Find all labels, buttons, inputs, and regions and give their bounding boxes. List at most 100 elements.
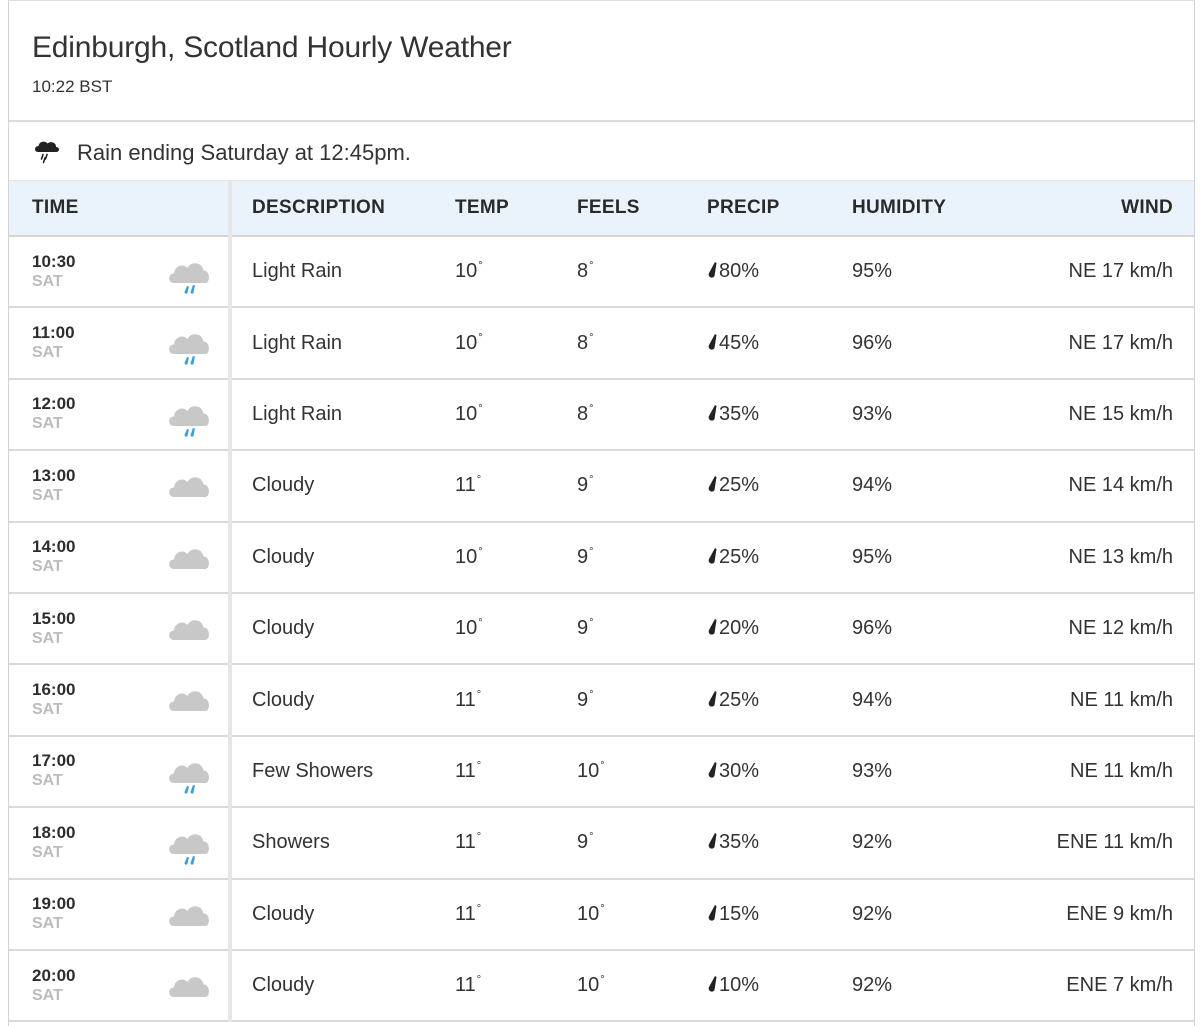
feels-cell: 8° (577, 236, 707, 309)
wind-cell: ENE 9 km/h (1012, 878, 1194, 951)
column-header-feels[interactable]: FEELS (577, 181, 707, 237)
feels-value: 10 (577, 974, 600, 997)
time-cell: 15:00 SAT (9, 592, 232, 666)
feels-value: 9 (577, 831, 589, 854)
description-cell: Showers (230, 807, 455, 880)
time-cell: 13:00 SAT (9, 450, 232, 523)
description-cell: Cloudy (230, 592, 455, 666)
temp-cell: 10° (455, 592, 577, 666)
description-cell: Light Rain (230, 307, 455, 380)
temp-cell: 11° (455, 878, 577, 951)
degree-symbol: ° (478, 545, 483, 558)
light-rain-icon (169, 834, 209, 865)
light-rain-icon (169, 405, 209, 437)
temp-cell: 11° (455, 735, 577, 809)
column-header-temp[interactable]: TEMP (455, 181, 577, 237)
degree-symbol: ° (600, 759, 605, 772)
humidity-cell: 95% (852, 236, 1012, 309)
temp-cell: 10° (455, 307, 577, 380)
feels-cell: 9° (577, 664, 707, 737)
degree-symbol: ° (589, 474, 594, 487)
degree-symbol: ° (600, 974, 605, 987)
precip-value: 25% (719, 474, 760, 497)
humidity-cell: 95% (852, 521, 1012, 594)
table-row[interactable]: 13:00 SAT Cloudy 11° 9° 25% 94% NE 14 km/h (9, 450, 1194, 523)
temp-value: 10 (455, 331, 478, 354)
table-row[interactable]: 18:00 SAT Showers 11° 9° 35% 92% ENE 11 km/h (9, 807, 1194, 880)
degree-symbol: ° (589, 688, 594, 701)
table-row[interactable]: 17:00 SAT Few Showers 11° 10° 30% 93% NE 11 km/… (9, 735, 1194, 809)
degree-symbol: ° (589, 331, 594, 344)
humidity-cell: 94% (852, 664, 1012, 737)
humidity-cell: 92% (852, 878, 1012, 951)
precip-value: 45% (719, 331, 760, 354)
hourly-weather-card: Edinburgh, Scotland Hourly Weather 10:22… (8, 0, 1195, 1026)
temp-value: 10 (455, 545, 478, 568)
table-row[interactable]: 12:00 SAT Light Rain 10° 8° 35% 93% NE 15 km/h (9, 378, 1194, 452)
degree-symbol: ° (589, 545, 594, 558)
alert-text: Rain ending Saturday at 12:45pm. (77, 140, 411, 165)
column-header-wind[interactable]: WIND (1012, 181, 1194, 237)
rain-cloud-icon (35, 141, 59, 164)
cloudy-icon (169, 620, 209, 640)
raindrop-icon (708, 404, 717, 421)
feels-cell: 8° (577, 307, 707, 380)
table-row[interactable]: 20:00 SAT Cloudy 11° 10° 10% 92% ENE 7 km/h (9, 949, 1194, 1023)
table-row[interactable]: 16:00 SAT Cloudy 11° 9° 25% 94% NE 11 km/h (9, 664, 1194, 737)
precip-cell: 35% (707, 807, 852, 880)
wind-cell: ENE 7 km/h (1012, 949, 1194, 1023)
table-row[interactable]: 10:30 SAT Light Rain 10° 8° 80% 95% NE 17 km/h (9, 236, 1194, 309)
feels-cell: 9° (577, 592, 707, 666)
feels-cell: 9° (577, 450, 707, 523)
temp-value: 11 (455, 831, 476, 854)
raindrop-icon (708, 833, 717, 849)
precip-cell: 10% (707, 949, 852, 1023)
cloudy-icon (169, 977, 209, 997)
humidity-cell: 93% (852, 378, 1012, 452)
wind-cell: ENE 11 km/h (1012, 807, 1194, 880)
feels-cell: 10° (577, 878, 707, 951)
degree-symbol: ° (478, 617, 483, 630)
cloudy-icon (169, 548, 209, 569)
column-header-precip[interactable]: PRECIP (707, 181, 852, 237)
precip-cell: 25% (707, 450, 852, 523)
column-header-time[interactable]: TIME (9, 181, 232, 237)
temp-value: 10 (455, 617, 478, 640)
degree-symbol: ° (478, 402, 483, 415)
cloudy-icon (169, 905, 209, 926)
table-header-row: TIME DESCRIPTION TEMP FEELS PRECIP HUMID… (9, 181, 1194, 237)
raindrop-icon (708, 547, 717, 564)
precip-value: 35% (719, 831, 760, 854)
table-row[interactable]: 19:00 SAT Cloudy 11° 10° 15% 92% ENE 9 km/h (9, 878, 1194, 951)
table-row[interactable]: 11:00 SAT Light Rain 10° 8° 45% 96% NE 17 km/h (9, 307, 1194, 380)
time-cell: 19:00 SAT (9, 878, 232, 951)
feels-value: 8 (577, 260, 589, 283)
precip-value: 15% (719, 902, 760, 925)
raindrop-icon (708, 976, 717, 992)
column-header-humidity[interactable]: HUMIDITY (852, 181, 1012, 237)
time-cell: 11:00 SAT (9, 307, 232, 380)
temp-value: 10 (455, 402, 478, 425)
precip-value: 80% (719, 260, 760, 283)
precip-cell: 80% (707, 236, 852, 309)
precip-value: 20% (719, 617, 760, 640)
column-header-description[interactable]: DESCRIPTION (230, 181, 455, 237)
degree-symbol: ° (476, 974, 482, 987)
degree-symbol: ° (478, 331, 483, 344)
feels-value: 10 (577, 902, 600, 925)
table-row[interactable]: 15:00 SAT Cloudy 10° 9° 20% 96% NE 12 km/h (9, 592, 1194, 666)
wind-cell: NE 13 km/h (1012, 521, 1194, 594)
precip-cell: 25% (707, 521, 852, 594)
temp-cell: 11° (455, 450, 577, 523)
feels-cell: 8° (577, 378, 707, 452)
raindrop-icon (708, 904, 717, 921)
feels-cell: 9° (577, 521, 707, 594)
feels-cell: 9° (577, 807, 707, 880)
wind-cell: NE 12 km/h (1012, 592, 1194, 666)
temp-value: 11 (455, 759, 476, 782)
temp-cell: 10° (455, 378, 577, 452)
description-cell: Cloudy (230, 949, 455, 1023)
wind-cell: NE 11 km/h (1012, 735, 1194, 809)
degree-symbol: ° (476, 474, 482, 487)
table-row[interactable]: 14:00 SAT Cloudy 10° 9° 25% 95% NE 13 km/h (9, 521, 1194, 594)
